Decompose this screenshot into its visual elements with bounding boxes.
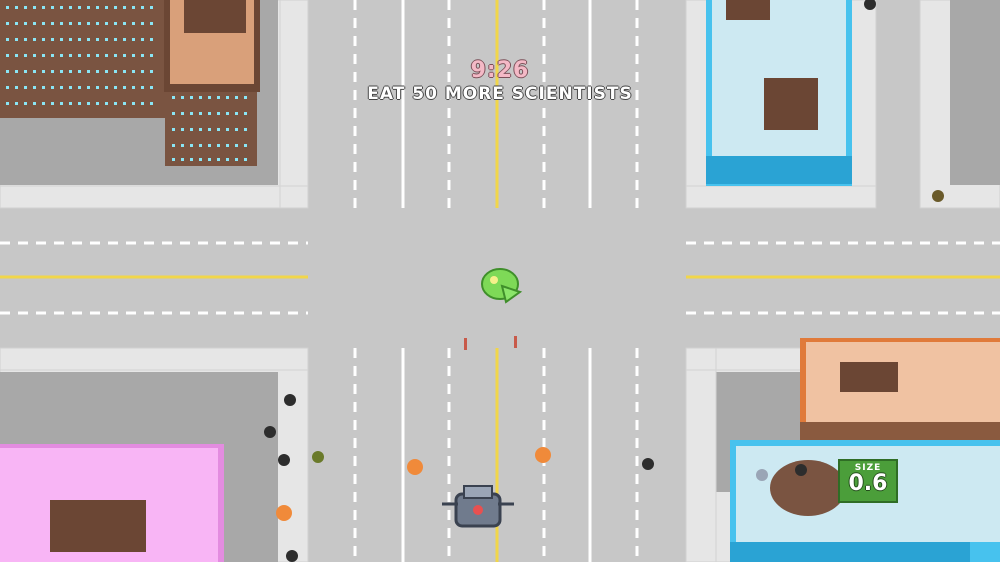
size-value: 0.6 (848, 471, 888, 496)
timer-text: 9:26 (470, 58, 530, 83)
building-orange-se (800, 338, 1000, 440)
player-blob (481, 268, 523, 304)
objective-text: EAT 50 MORE SCIENTISTS (367, 84, 633, 104)
vertical-road-markings-north (353, 0, 639, 208)
robot-tank (442, 485, 514, 528)
size-badge: SIZE 0.6 (838, 459, 898, 503)
building-pink-sw (0, 444, 224, 562)
game-scene[interactable]: 9:26 EAT 50 MORE SCIENTISTS SIZE 0.6 (0, 0, 1000, 562)
bullets (464, 336, 517, 350)
vertical-road-markings-south (353, 348, 639, 562)
